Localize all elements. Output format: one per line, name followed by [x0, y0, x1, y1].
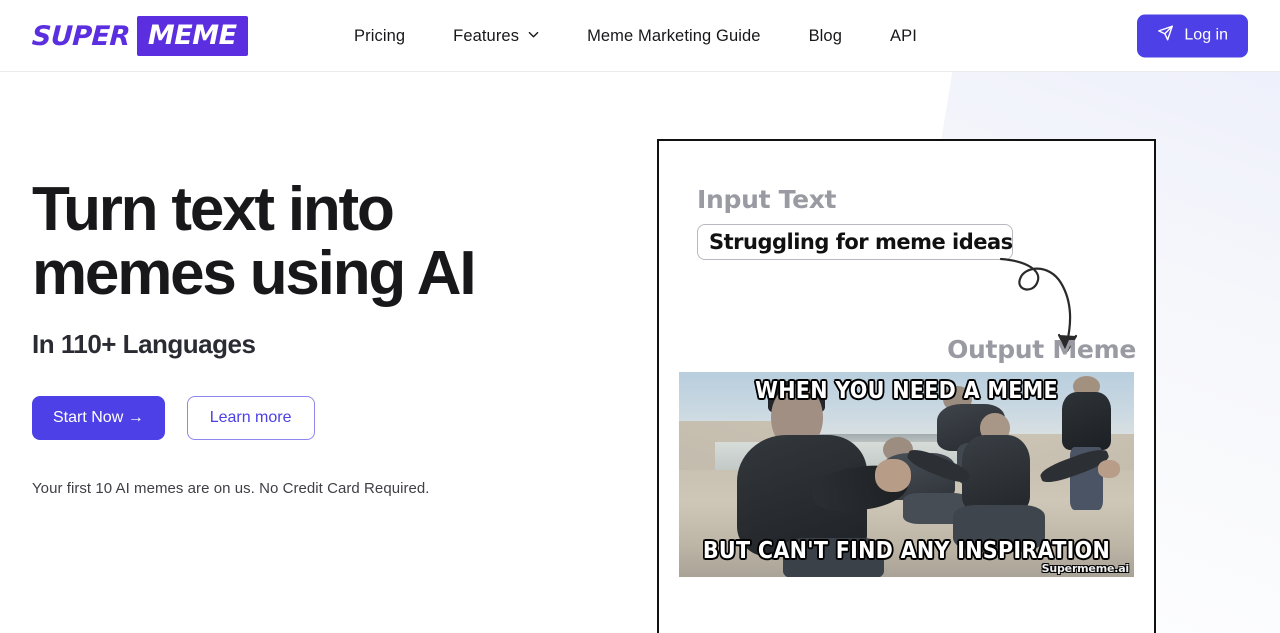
- meme-top-text: WHEN YOU NEED A MEME: [755, 378, 1058, 404]
- primary-navigation: Pricing Features Meme Marketing Guide Bl…: [330, 0, 941, 72]
- nav-item-blog[interactable]: Blog: [785, 27, 866, 46]
- learn-more-button[interactable]: Learn more: [186, 395, 315, 440]
- hero-subtitle: In 110+ Languages: [32, 328, 256, 359]
- meme-idea-input-value: Struggling for meme ideas: [709, 230, 1013, 254]
- nav-item-label: Blog: [808, 26, 842, 45]
- nav-item-features[interactable]: Features: [429, 27, 563, 46]
- cta-button-group: Start Now → Learn more: [32, 395, 592, 440]
- hero-fineprint: Your first 10 AI memes are on us. No Cre…: [32, 479, 430, 497]
- landing-page: SUPER MEME Pricing Features Meme Marketi…: [0, 0, 1280, 633]
- hero-title-line-2: memes using AI: [32, 239, 477, 309]
- nav-item-label: Meme Marketing Guide: [587, 26, 761, 45]
- send-icon: [1157, 25, 1174, 47]
- nav-item-label: Features: [453, 26, 520, 45]
- hero-section: Turn text into memes using AI In 110+ La…: [32, 175, 592, 497]
- nav-item-label: API: [890, 26, 917, 45]
- brand-logo[interactable]: SUPER MEME: [31, 15, 248, 56]
- meme-watermark: Supermeme.ai: [1041, 562, 1130, 575]
- login-button-label: Log in: [1184, 26, 1228, 44]
- chevron-down-icon: [528, 29, 539, 40]
- meme-bottom-text: BUT CAN'T FIND ANY INSPIRATION: [702, 538, 1111, 564]
- brand-logo-super: SUPER: [31, 20, 131, 51]
- page-title: Turn text into memes using AI: [32, 175, 592, 309]
- site-header: SUPER MEME Pricing Features Meme Marketi…: [0, 0, 1280, 72]
- hero-title-line-1: Turn text into: [32, 175, 395, 244]
- brand-logo-meme: MEME: [136, 15, 248, 56]
- generated-meme-image: WHEN YOU NEED A MEME BUT CAN'T FIND ANY …: [679, 372, 1134, 577]
- nav-item-api[interactable]: API: [866, 27, 941, 46]
- meme-idea-input[interactable]: Struggling for meme ideas: [697, 224, 1013, 260]
- start-now-button[interactable]: Start Now →: [32, 395, 165, 440]
- output-meme-label: Output Meme: [947, 335, 1136, 364]
- nav-item-label: Pricing: [354, 26, 406, 45]
- login-button[interactable]: Log in: [1137, 14, 1248, 57]
- nav-item-pricing[interactable]: Pricing: [330, 27, 429, 46]
- demo-preview-card: Input Text Struggling for meme ideas Out…: [657, 139, 1156, 633]
- input-text-label: Input Text: [697, 185, 837, 214]
- nav-item-meme-marketing-guide[interactable]: Meme Marketing Guide: [563, 27, 785, 46]
